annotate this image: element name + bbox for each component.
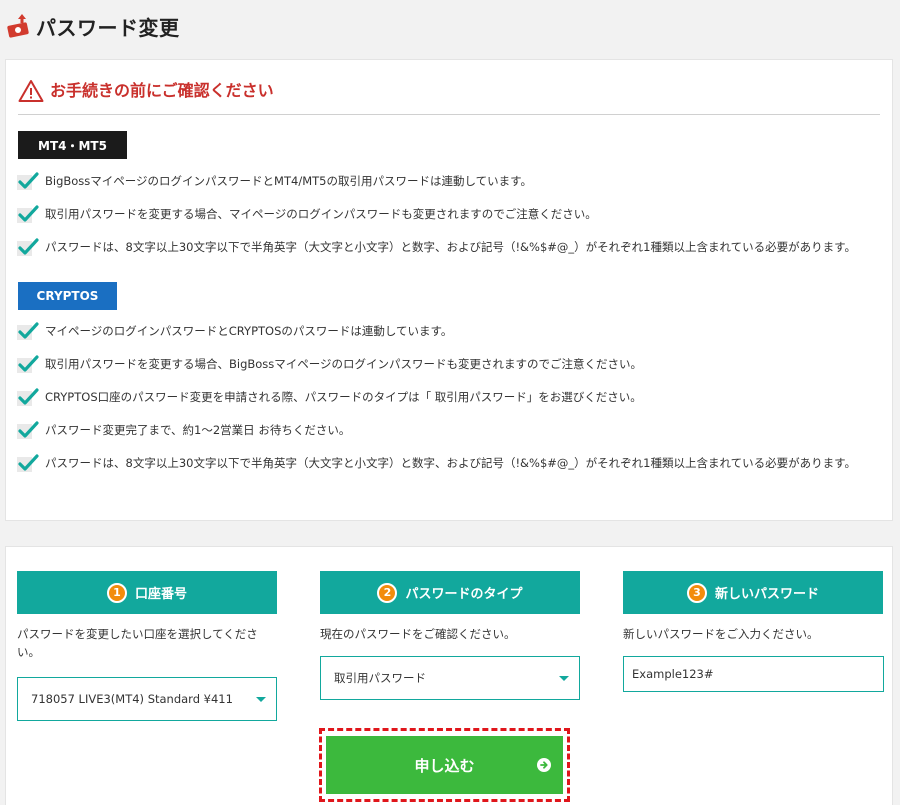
crypto-notice-list: マイページのログインパスワードとCRYPTOSのパスワードは連動しています。 取…: [17, 314, 856, 479]
list-item-text: パスワードは、8文字以上30文字以下で半角英字（大文字と小文字）と数字、および記…: [45, 455, 856, 470]
arrow-right-circle-icon: [537, 758, 551, 772]
list-item-text: 取引用パスワードを変更する場合、マイページのログインパスワードも変更されますので…: [45, 206, 597, 221]
list-item: パスワードは、8文字以上30文字以下で半角英字（大文字と小文字）と数字、および記…: [17, 230, 856, 263]
step-1-header: 1 口座番号: [17, 571, 277, 614]
select-value: 718057 LIVE3(MT4) Standard ¥411: [31, 692, 233, 706]
step-title: パスワードのタイプ: [405, 587, 523, 602]
warning-triangle-icon: [18, 80, 44, 102]
page-header: パスワード変更: [6, 10, 180, 42]
list-item: パスワードは、8文字以上30文字以下で半角英字（大文字と小文字）と数字、および記…: [17, 446, 856, 479]
password-type-column: 2 パスワードのタイプ 現在のパスワードをご確認ください。 取引用パスワード: [320, 571, 580, 700]
checkmark-icon: [17, 387, 39, 406]
notice-title: お手続きの前にご確認ください: [50, 81, 274, 100]
crypto-section-label: CRYPTOS: [18, 282, 117, 310]
input-value: Example123#: [632, 667, 714, 681]
step-title: 新しいパスワード: [714, 587, 819, 602]
new-password-input[interactable]: Example123#: [623, 656, 884, 692]
step-description: 現在のパスワードをご確認ください。: [320, 627, 516, 641]
list-item-text: BigBossマイページのログインパスワードとMT4/MT5の取引用パスワードは…: [45, 173, 532, 188]
step-title: 口座番号: [134, 587, 187, 602]
step-2-header: 2 パスワードのタイプ: [320, 571, 580, 614]
list-item: マイページのログインパスワードとCRYPTOSのパスワードは連動しています。: [17, 314, 856, 347]
step-number-badge: 2: [377, 582, 398, 603]
password-change-form: 1 口座番号 パスワードを変更したい口座を選択してください。 718057 LI…: [5, 546, 893, 805]
step-description: 新しいパスワードをご入力ください。: [623, 627, 819, 641]
checkmark-icon: [17, 321, 39, 340]
page-title: パスワード変更: [36, 15, 180, 40]
account-column: 1 口座番号 パスワードを変更したい口座を選択してください。 718057 LI…: [17, 571, 277, 721]
step-description: パスワードを変更したい口座を選択してください。: [17, 627, 258, 659]
list-item-text: 取引用パスワードを変更する場合、BigBossマイページのログインパスワードも変…: [45, 356, 643, 371]
submit-button[interactable]: 申し込む: [326, 736, 563, 794]
list-item-text: CRYPTOS口座のパスワード変更を申請される際、パスワードのタイプは「 取引用…: [45, 389, 642, 404]
list-item-text: パスワードは、8文字以上30文字以下で半角英字（大文字と小文字）と数字、および記…: [45, 239, 856, 254]
list-item: 取引用パスワードを変更する場合、BigBossマイページのログインパスワードも変…: [17, 347, 856, 380]
checkmark-icon: [17, 354, 39, 373]
checkmark-icon: [17, 237, 39, 256]
checkmark-icon: [17, 171, 39, 190]
notice-panel: お手続きの前にご確認ください MT4・MT5 BigBossマイページのログイン…: [5, 59, 893, 521]
money-arrow-icon: [7, 14, 29, 38]
list-item: BigBossマイページのログインパスワードとMT4/MT5の取引用パスワードは…: [17, 164, 856, 197]
list-item-text: マイページのログインパスワードとCRYPTOSのパスワードは連動しています。: [45, 323, 453, 338]
list-item-text: パスワード変更完了まで、約1〜2営業日 お待ちください。: [45, 422, 351, 437]
submit-label: 申し込む: [414, 756, 475, 775]
step-number-badge: 3: [686, 582, 707, 603]
checkmark-icon: [17, 453, 39, 472]
list-item: 取引用パスワードを変更する場合、マイページのログインパスワードも変更されますので…: [17, 197, 856, 230]
step-number-badge: 1: [106, 582, 127, 603]
mt-section-label: MT4・MT5: [18, 131, 127, 159]
account-select[interactable]: 718057 LIVE3(MT4) Standard ¥411: [17, 677, 277, 721]
submit-highlight-frame: 申し込む: [319, 728, 570, 802]
select-value: 取引用パスワード: [334, 671, 426, 685]
list-item: パスワード変更完了まで、約1〜2営業日 お待ちください。: [17, 413, 856, 446]
new-password-column: 3 新しいパスワード 新しいパスワードをご入力ください。 Example123#: [623, 571, 884, 692]
notice-header: お手続きの前にご確認ください: [18, 78, 880, 115]
list-item: CRYPTOS口座のパスワード変更を申請される際、パスワードのタイプは「 取引用…: [17, 380, 856, 413]
mt-notice-list: BigBossマイページのログインパスワードとMT4/MT5の取引用パスワードは…: [17, 164, 856, 263]
step-3-header: 3 新しいパスワード: [623, 571, 883, 614]
caret-down-icon: [256, 697, 266, 702]
caret-down-icon: [559, 676, 569, 681]
password-type-select[interactable]: 取引用パスワード: [320, 656, 580, 700]
checkmark-icon: [17, 204, 39, 223]
checkmark-icon: [17, 420, 39, 439]
